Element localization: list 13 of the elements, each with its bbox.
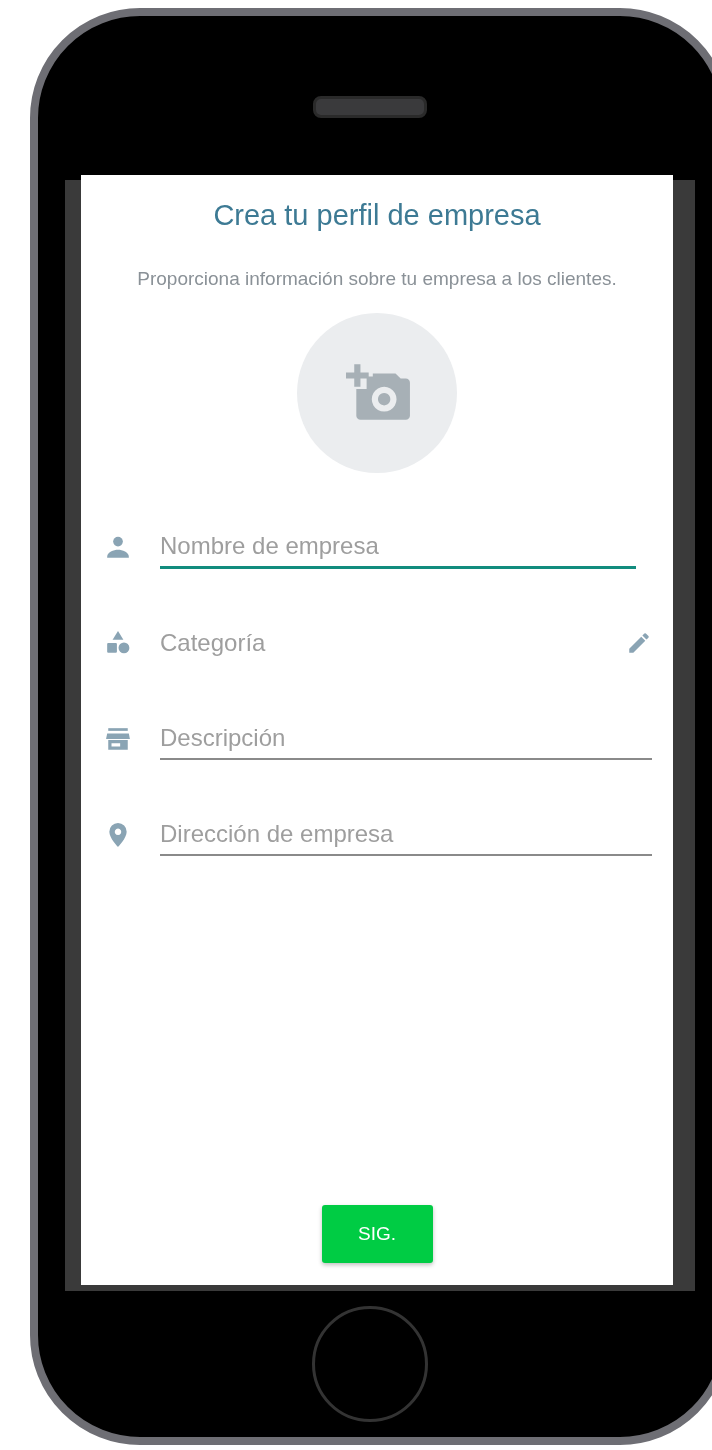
- next-button[interactable]: SIG.: [321, 1205, 433, 1263]
- shapes-icon: [105, 630, 131, 656]
- store-icon: [105, 726, 131, 752]
- input-field[interactable]: Descripción: [160, 718, 652, 760]
- edit-icon: [626, 630, 652, 656]
- add-photo-camera-icon: [346, 364, 412, 422]
- input-field[interactable]: Dirección de empresa: [160, 814, 652, 856]
- page-subtitle: Proporciona información sobre tu empresa a los clientes.: [136, 267, 618, 291]
- input-field[interactable]: Nombre de empresa: [160, 525, 636, 569]
- page-title: Crea tu perfil de empresa: [213, 199, 541, 232]
- person-icon: [105, 534, 131, 560]
- category-picker[interactable]: Categoría: [160, 623, 652, 663]
- home-button[interactable]: [312, 1306, 428, 1422]
